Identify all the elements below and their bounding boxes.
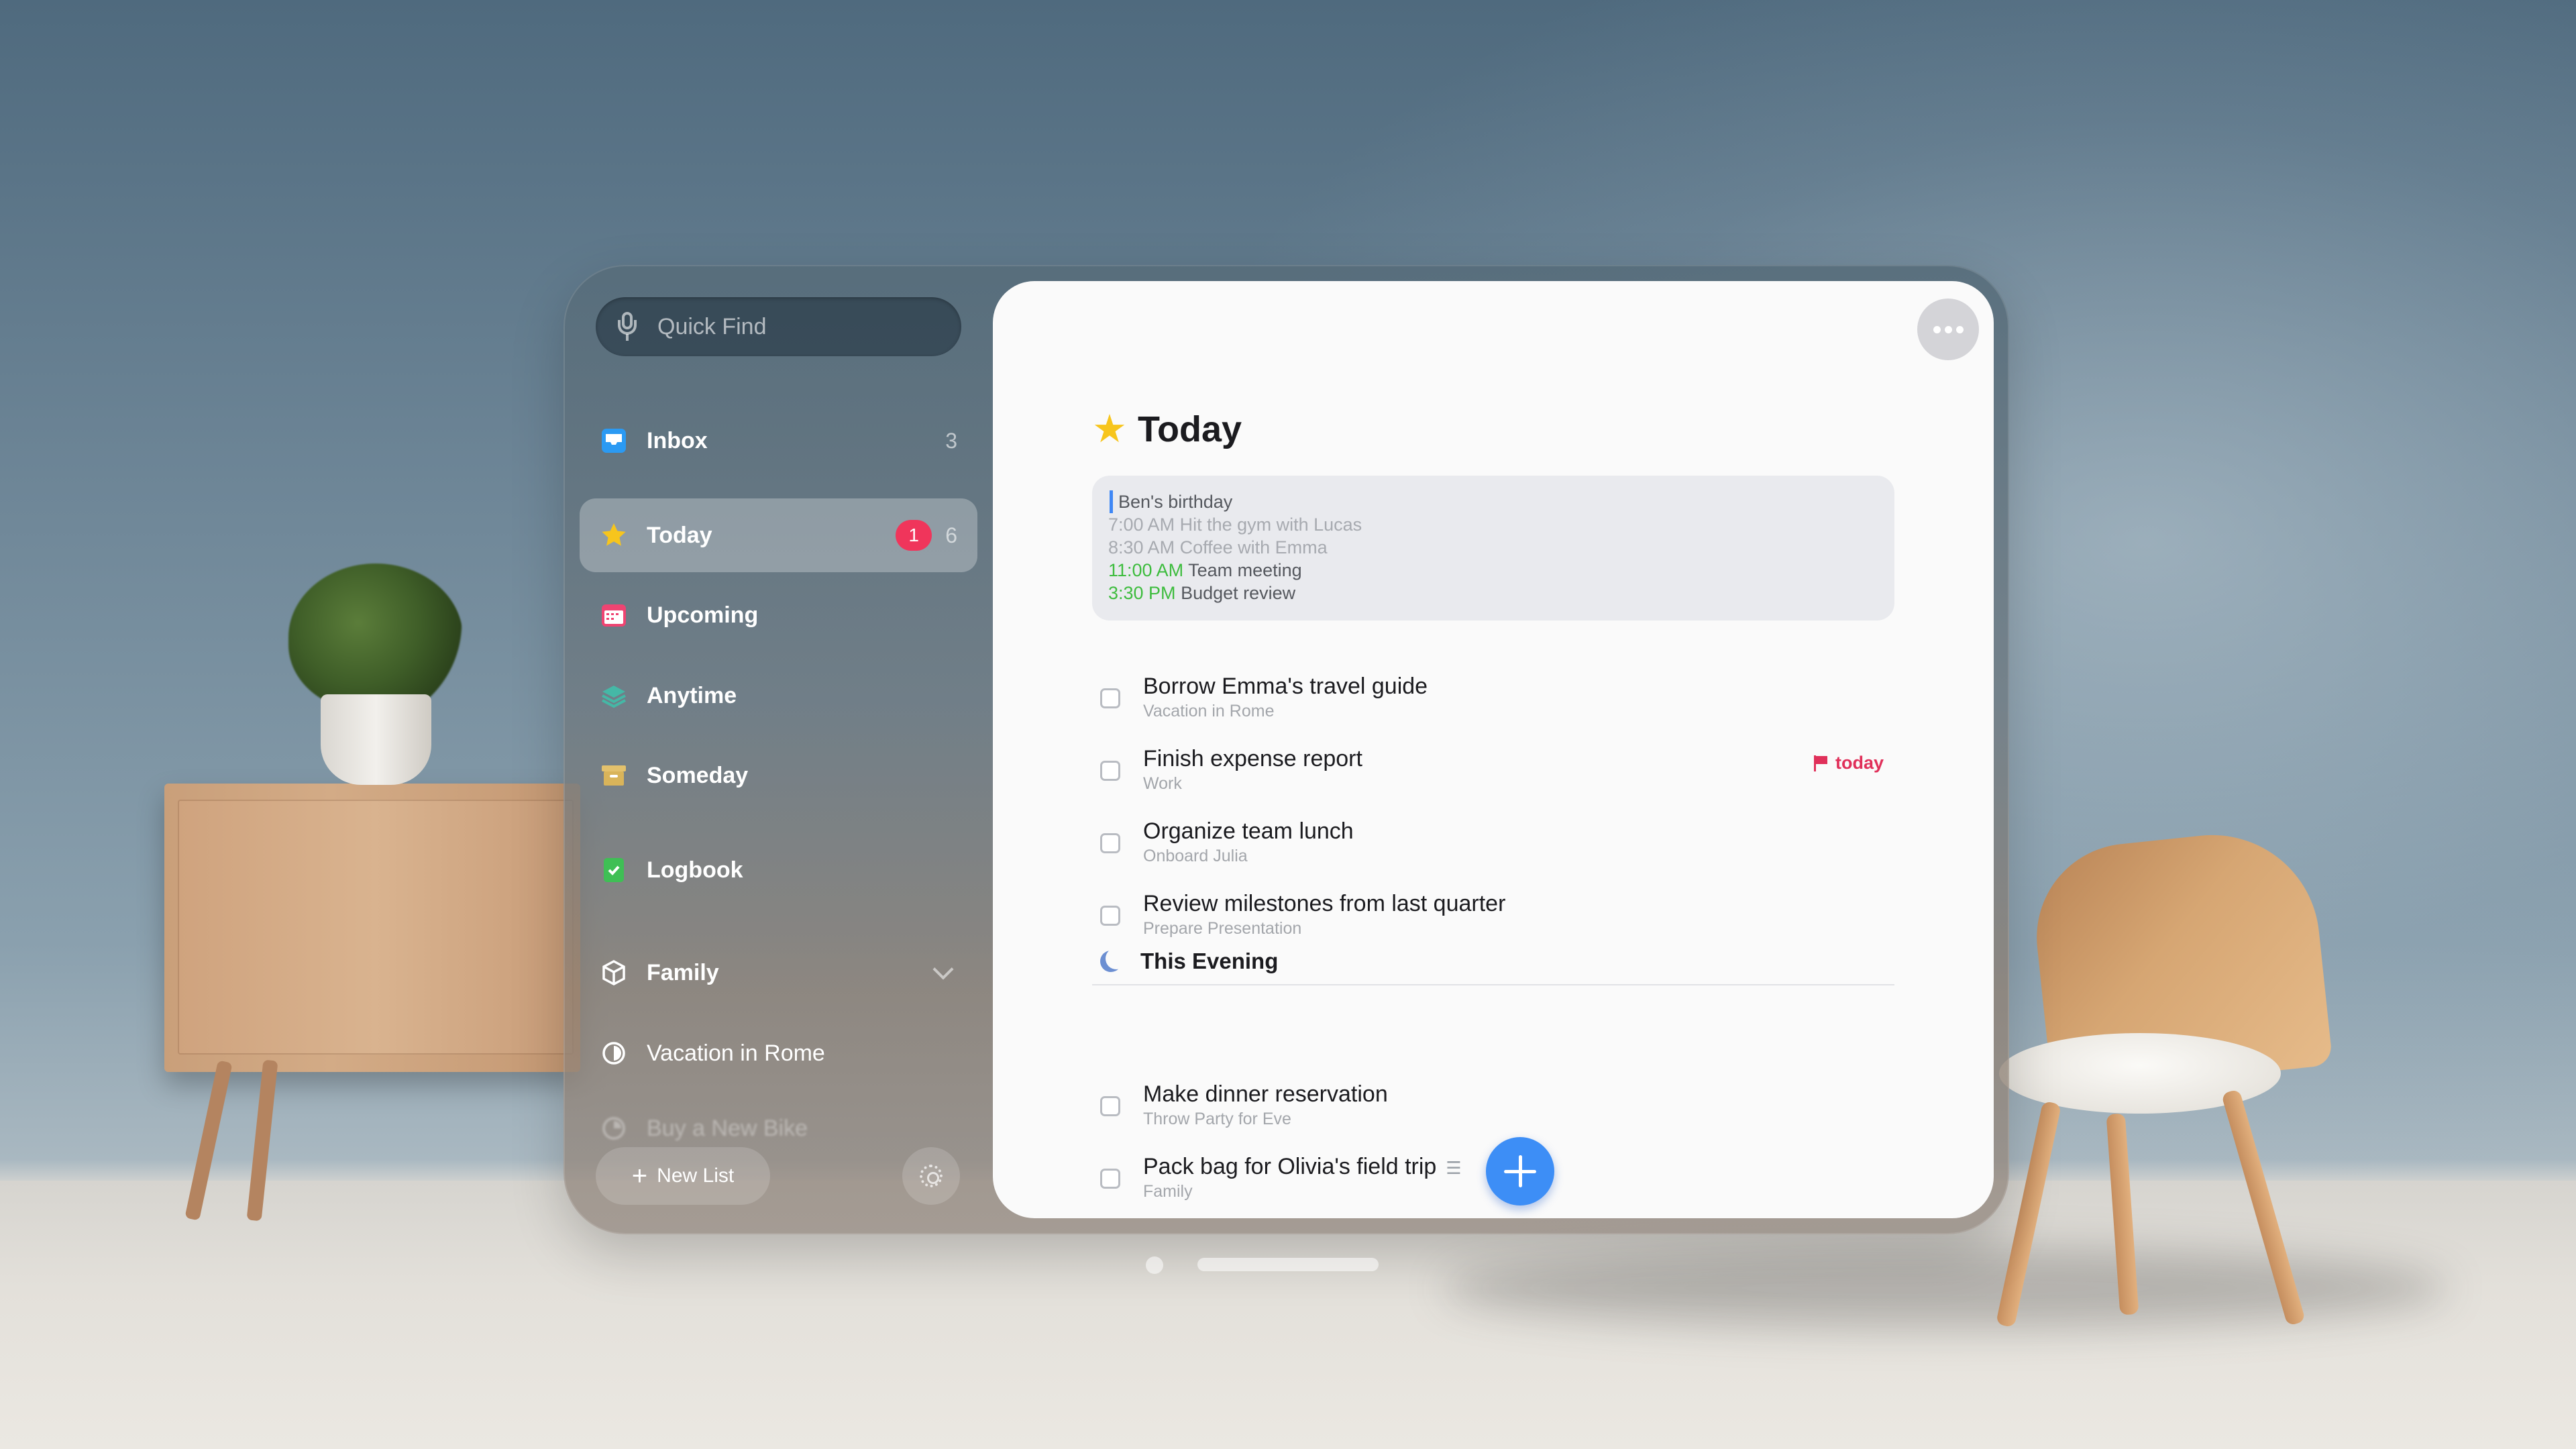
sidebar-project-vacation[interactable]: Vacation in Rome	[580, 1016, 977, 1090]
dot-icon	[1955, 325, 1964, 333]
sidebar-item-label: Anytime	[647, 682, 737, 708]
sidebar-item-logbook[interactable]: Logbook	[580, 833, 977, 907]
task-checkbox[interactable]	[1100, 906, 1120, 926]
microphone-icon[interactable]	[616, 312, 639, 341]
event-time: 11:00 AM	[1108, 560, 1184, 580]
cabinet-door	[178, 800, 574, 1055]
archive-box-icon	[600, 761, 628, 790]
sidebar-item-today[interactable]: Today 1 6	[580, 498, 977, 572]
event-title: Hit the gym with Lucas	[1179, 515, 1362, 535]
task-title: Make dinner reservation	[1143, 1081, 1388, 1107]
plant-pot	[321, 694, 431, 785]
event-title: Coffee with Emma	[1179, 537, 1328, 557]
sidebar-item-label: Upcoming	[647, 602, 759, 628]
task-project: Prepare Presentation	[1143, 919, 1302, 938]
sidebar-area-family[interactable]: Family	[580, 936, 977, 1010]
task-project: Onboard Julia	[1143, 847, 1248, 865]
app-window: Quick Find Inbox 3 Today 1 6 Upcoming An…	[564, 265, 2009, 1234]
new-list-label: New List	[657, 1165, 735, 1187]
search-placeholder: Quick Find	[657, 313, 767, 339]
calendar-event: 3:30 PM Budget review	[1108, 582, 1878, 604]
settings-button[interactable]	[902, 1147, 960, 1205]
today-overdue-badge: 1	[896, 520, 932, 551]
plus-icon: +	[631, 1161, 648, 1191]
task-checkbox[interactable]	[1100, 761, 1120, 781]
task-checkbox[interactable]	[1100, 1169, 1120, 1189]
task-checkbox[interactable]	[1100, 1096, 1120, 1116]
event-time: 7:00 AM	[1108, 515, 1175, 535]
moon-icon	[1106, 948, 1127, 969]
event-title: Budget review	[1181, 583, 1296, 603]
chevron-down-icon[interactable]	[932, 959, 954, 980]
area-cube-icon	[600, 959, 628, 987]
dot-icon	[1933, 325, 1941, 333]
add-task-button[interactable]	[1486, 1137, 1554, 1205]
all-day-event: Ben's birthday	[1110, 490, 1878, 513]
calendar-event: 11:00 AM Team meeting	[1108, 559, 1878, 582]
sidebar-item-label: Buy a New Bike	[647, 1115, 808, 1141]
main-panel: ★ Today Ben's birthday 7:00 AM Hit the g…	[993, 281, 1994, 1218]
calendar-events-card[interactable]: Ben's birthday 7:00 AM Hit the gym with …	[1092, 476, 1894, 621]
event-time: 8:30 AM	[1108, 537, 1175, 557]
event-title: Team meeting	[1188, 560, 1302, 580]
task-row[interactable]: Borrow Emma's travel guide Vacation in R…	[1100, 674, 1905, 734]
page-header: ★ Today	[1092, 409, 1242, 450]
window-grab-bar[interactable]	[1197, 1258, 1379, 1271]
task-checkbox[interactable]	[1100, 688, 1120, 708]
cabinet	[164, 784, 580, 1072]
sidebar-item-upcoming[interactable]: Upcoming	[580, 578, 977, 652]
calendar-event: 7:00 AM Hit the gym with Lucas	[1108, 513, 1878, 536]
task-project: Throw Party for Eve	[1143, 1110, 1291, 1128]
task-title: Borrow Emma's travel guide	[1143, 674, 1428, 699]
today-count: 6	[945, 523, 957, 547]
star-icon: ★	[1092, 407, 1127, 451]
task-project: Vacation in Rome	[1143, 702, 1275, 720]
task-title: Pack bag for Olivia's field trip	[1143, 1154, 1437, 1179]
logbook-icon	[600, 856, 628, 884]
task-title: Organize team lunch	[1143, 818, 1354, 844]
sidebar: Quick Find Inbox 3 Today 1 6 Upcoming An…	[564, 265, 993, 1234]
task-title-wrap: Pack bag for Olivia's field trip ☰	[1143, 1154, 1462, 1180]
task-title: Review milestones from last quarter	[1143, 891, 1506, 916]
sidebar-item-label: Family	[647, 959, 719, 985]
task-row[interactable]: Make dinner reservation Throw Party for …	[1100, 1081, 1905, 1142]
project-progress-icon	[600, 1114, 628, 1142]
new-list-button[interactable]: + New List	[596, 1147, 770, 1205]
task-row[interactable]: Finish expense report Work today	[1100, 746, 1905, 806]
task-project: Family	[1143, 1182, 1193, 1201]
flag-icon	[1813, 755, 1827, 771]
section-title: This Evening	[1140, 949, 1279, 973]
layers-icon	[600, 682, 628, 710]
deadline-tag: today	[1813, 753, 1884, 773]
deadline-label: today	[1835, 753, 1884, 773]
sidebar-item-anytime[interactable]: Anytime	[580, 659, 977, 733]
sidebar-item-inbox[interactable]: Inbox 3	[580, 404, 977, 478]
task-row[interactable]: Organize team lunch Onboard Julia	[1100, 818, 1905, 879]
plant	[288, 564, 463, 711]
calendar-event: 8:30 AM Coffee with Emma	[1108, 536, 1878, 559]
event-time: 3:30 PM	[1108, 583, 1176, 603]
task-project: Work	[1143, 774, 1182, 793]
star-icon	[600, 521, 628, 549]
sidebar-item-someday[interactable]: Someday	[580, 739, 977, 812]
window-close-dot[interactable]	[1146, 1256, 1163, 1274]
sidebar-item-label: Someday	[647, 762, 749, 788]
calendar-icon	[600, 601, 628, 629]
inbox-count: 3	[945, 428, 957, 453]
project-progress-icon	[600, 1039, 628, 1067]
sidebar-item-label: Today	[647, 522, 712, 548]
sidebar-item-label: Inbox	[647, 427, 708, 453]
checklist-icon: ☰	[1446, 1157, 1462, 1178]
sidebar-item-label: Logbook	[647, 857, 743, 883]
task-checkbox[interactable]	[1100, 833, 1120, 853]
gear-icon	[920, 1165, 943, 1187]
dot-icon	[1944, 325, 1952, 333]
task-title: Finish expense report	[1143, 746, 1362, 771]
this-evening-header: This Evening	[1092, 938, 1894, 985]
page-title: Today	[1138, 409, 1242, 449]
inbox-icon	[600, 427, 628, 455]
sidebar-item-label: Vacation in Rome	[647, 1040, 825, 1066]
quick-find-search[interactable]: Quick Find	[596, 297, 961, 356]
more-options-button[interactable]	[1917, 299, 1979, 360]
